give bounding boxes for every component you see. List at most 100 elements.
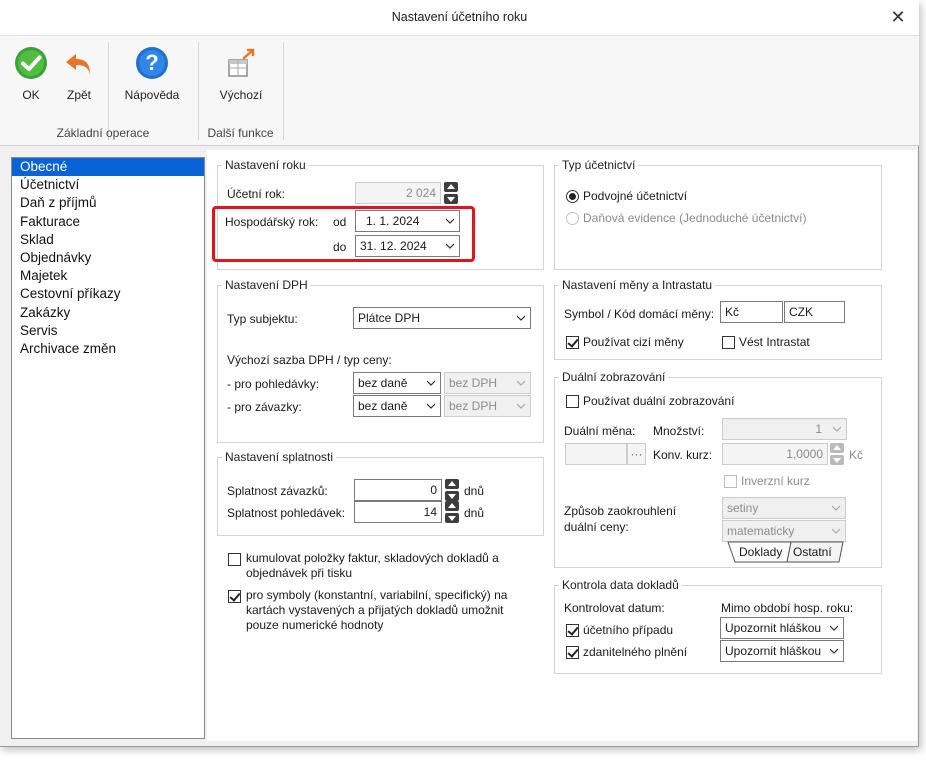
receivables-due-label: Splatnost pohledávek: [227,506,346,520]
payables-due-spinner[interactable] [445,479,459,501]
chevron-down-icon [830,648,838,654]
ok-icon [15,47,47,79]
cumulate-label: kumulovat položky faktur, skladových dok… [246,551,499,580]
date-check-legend: Kontrola data dokladů [562,578,679,592]
tab-documents[interactable]: Doklady [739,545,782,559]
rounding-precision-select[interactable]: setiny [722,497,846,519]
nav-item-service[interactable]: Servis [12,322,204,340]
subject-type-select[interactable]: Plátce DPH [353,307,531,329]
receivables-price-type-select[interactable]: bez DPH [444,372,531,394]
payables-rate-label: - pro závazky: [227,400,302,414]
nav-item-invoicing[interactable]: Fakturace [12,213,204,231]
use-dual-checkbox[interactable] [566,395,579,408]
payables-price-type-value: bez DPH [449,399,498,413]
nav-item-warehouse[interactable]: Sklad [12,231,204,249]
dual-currency-label: Duální měna: [564,424,636,438]
accounting-type-legend: Typ účetnictví [562,158,636,172]
accounting-case-action-value: Upozornit hláškou [725,621,822,635]
help-button[interactable]: ? Nápověda [116,36,188,112]
rounding-label-line1: Způsob zaokrouhlení [564,504,677,518]
rounding-method-select[interactable]: matematicky [722,520,846,542]
nav-item-travel[interactable]: Cestovní příkazy [12,285,204,303]
payables-rate-select[interactable]: bez daně [353,395,441,417]
quantity-label: Množství: [653,424,705,438]
chevron-down-icon [517,315,525,321]
quantity-value: 1 [815,422,822,436]
section-list: Obecné Účetnictví Daň z příjmů Fakturace… [11,157,205,739]
accounting-case-action-select[interactable]: Upozornit hláškou [720,617,844,639]
chevron-down-icon [427,403,435,409]
tab-other[interactable]: Ostatní [793,545,832,559]
double-entry-label: Podvojné účetnictví [583,189,688,203]
currency-symbol-input[interactable]: Kč [720,301,783,323]
back-label: Zpět [66,88,91,102]
quantity-select[interactable]: 1 [722,418,847,440]
tax-records-radio[interactable] [566,212,579,225]
rounding-label-line2: duální ceny: [564,520,629,534]
payables-rate-value: bez daně [358,399,408,413]
subject-type-value: Plátce DPH [358,311,421,325]
taxable-supply-checkbox[interactable] [566,646,579,659]
accounting-case-checkbox[interactable] [566,624,579,637]
dual-currency-input[interactable] [565,443,627,465]
use-foreign-currency-label: Používat cizí měny [583,335,684,349]
ribbon-toolbar: OK Zpět ? Nápověda Výchozí Základní oper… [0,36,919,146]
taxable-supply-action-select[interactable]: Upozornit hláškou [720,640,844,662]
fiscal-year-to-picker[interactable]: 31. 12. 2024 [355,235,460,257]
cumulate-checkbox[interactable] [228,553,241,566]
inverse-rate-checkbox[interactable] [724,475,737,488]
fiscal-year-from-picker[interactable]: 1. 1. 2024 [355,210,460,232]
reset-defaults-icon [228,48,255,77]
to-label: do [333,240,347,254]
nav-item-jobs[interactable]: Zakázky [12,304,204,322]
receivables-due-input[interactable]: 14 [354,501,442,523]
receivables-due-spinner[interactable] [445,501,459,523]
receivables-due-unit: dnů [464,506,485,520]
default-button[interactable]: Výchozí [206,36,276,112]
conversion-rate-input[interactable]: 1,0000 [722,443,828,465]
receivables-price-type-value: bez DPH [449,376,498,390]
title-bar: Nastavení účetního roku ✕ [0,0,919,36]
back-button[interactable]: Zpět [56,36,102,112]
currency-symbol-label: Symbol / Kód domácí měny: [564,307,715,321]
conversion-rate-label: Konv. kurz: [653,448,713,462]
chevron-down-icon [832,505,840,511]
nav-item-orders[interactable]: Objednávky [12,249,204,267]
receivables-rate-label: - pro pohledávky: [227,377,320,391]
accounting-year-label: Účetní rok: [227,187,286,201]
subject-type-label: Typ subjektu: [227,312,298,326]
accounting-year-field[interactable]: 2 024 [355,182,441,204]
payables-price-type-select[interactable]: bez DPH [444,395,531,417]
year-spinner[interactable] [444,182,458,204]
nav-item-general[interactable]: Obecné [12,158,204,177]
conversion-rate-spinner[interactable] [830,443,844,465]
dual-currency-browse-button[interactable]: ··· [627,443,646,465]
receivables-rate-select[interactable]: bez daně [353,372,441,394]
nav-item-archive[interactable]: Archivace změn [12,340,204,358]
use-dual-label: Používat duální zobrazování [583,394,735,408]
inverse-rate-label: Inverzní kurz [741,474,810,488]
nav-item-accounting[interactable]: Účetnictví [12,176,204,194]
fiscal-year-label: Hospodářský rok: [225,215,319,229]
nav-item-income-tax[interactable]: Daň z příjmů [12,194,204,212]
nav-item-assets[interactable]: Majetek [12,267,204,285]
due-settings-legend: Nastavení splatnosti [225,450,334,464]
group-label-basic: Základní operace [56,126,150,140]
chevron-down-icon [830,625,838,631]
year-settings-legend: Nastavení roku [225,158,306,172]
use-foreign-currency-checkbox[interactable] [566,336,579,349]
ok-button[interactable]: OK [8,36,54,112]
dual-display-legend: Duální zobrazování [562,370,666,384]
intrastat-checkbox[interactable] [722,336,735,349]
help-glyph: ? [145,50,159,75]
outside-period-label: Mimo období hosp. roku: [721,601,854,615]
numeric-symbols-checkbox[interactable] [228,590,241,603]
rounding-precision-value: setiny [727,501,759,515]
fiscal-year-to-value: 31. 12. 2024 [360,239,427,253]
chevron-down-icon [446,218,454,224]
payables-due-input[interactable]: 0 [354,479,442,501]
close-icon[interactable]: ✕ [887,6,909,28]
currency-code-input[interactable]: CZK [784,301,845,323]
double-entry-radio[interactable] [566,190,579,203]
chevron-down-icon [517,403,525,409]
